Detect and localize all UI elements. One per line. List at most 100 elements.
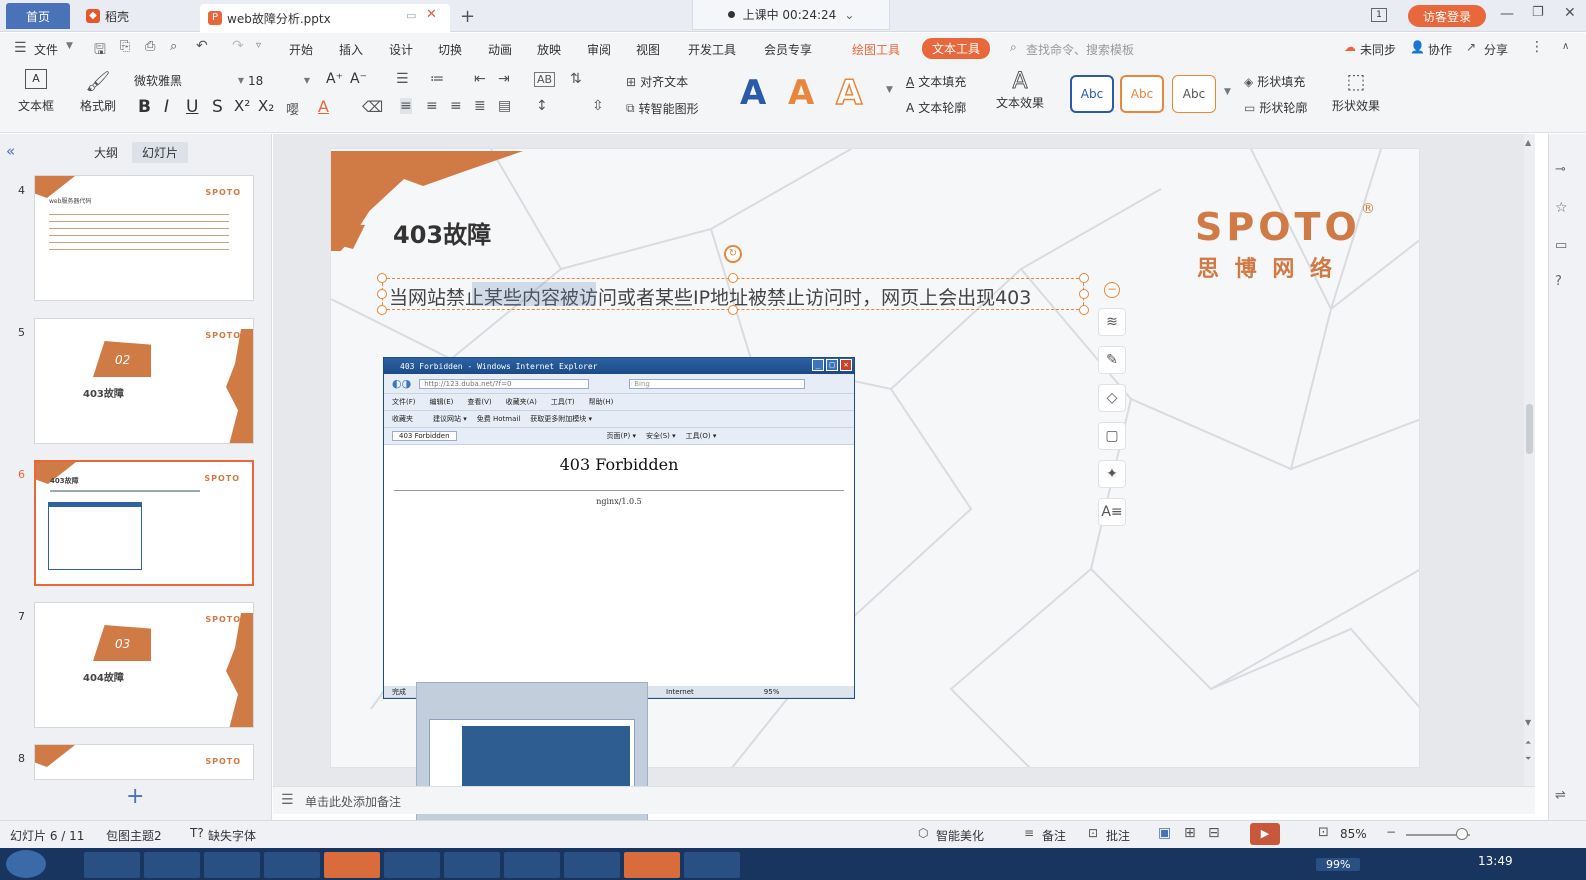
more-icon[interactable]: ⋮ [1530,39,1544,55]
play-slideshow-button[interactable]: ▶ [1250,823,1280,845]
collapse-ribbon-icon[interactable]: ∧ [1562,41,1569,52]
fit-window-icon[interactable]: ⊡ [1318,825,1329,840]
resize-handle[interactable] [377,289,387,299]
menu-view[interactable]: 视图 [636,41,660,58]
text-format-icon[interactable]: A≡ [1098,498,1126,526]
tab-monitor-icon[interactable]: ▭ [406,9,416,22]
font-color-icon[interactable]: A [318,97,329,116]
bold-button[interactable]: B [138,97,151,117]
tab-docer[interactable]: ◆ 稻壳 [78,4,198,28]
taskbar-app-8[interactable] [504,852,560,878]
class-timer[interactable]: 上课中 00:24:24 ⌄ [692,0,890,30]
normal-view-icon[interactable]: ▣ [1158,825,1171,841]
print-icon[interactable]: ⎙ [145,39,155,54]
taskbar-app-2[interactable] [144,852,200,878]
italic-button[interactable]: I [164,97,169,117]
taskbar-wps-2[interactable] [624,852,680,878]
menu-review[interactable]: 审阅 [587,41,611,58]
clock[interactable]: 13:49 [1478,854,1513,868]
taskbar-app-1[interactable] [84,852,140,878]
zoom-level[interactable]: 85% [1340,827,1367,841]
shape-style-2[interactable]: Abc [1120,75,1164,113]
shape-effect-button[interactable]: ⬚ 形状效果 [1326,69,1386,114]
fill-icon[interactable]: ◇ [1098,384,1126,412]
subscript-button[interactable]: X₂ [258,97,274,115]
command-search[interactable]: 查找命令、搜索模板 [1026,41,1134,58]
reading-view-icon[interactable]: ⊟ [1208,825,1220,841]
rotate-handle-icon[interactable]: ↻ [724,245,742,263]
menu-design[interactable]: 设计 [389,41,413,58]
theme-name[interactable]: 包图主题2 [106,827,162,844]
undo-icon[interactable]: ↶ [196,38,208,54]
font-size-select[interactable]: 18 ▼ [248,71,310,91]
page-up-icon[interactable]: ⏶ [1525,738,1531,748]
line-spacing-icon[interactable]: ↕ [536,98,548,114]
collab-button[interactable]: 协作 [1428,41,1452,58]
menu-vip[interactable]: 会员专享 [764,41,812,58]
slide-thumbnail-4[interactable]: SPOTO web服务器代码 [34,175,254,301]
menu-animation[interactable]: 动画 [488,41,512,58]
ie-screenshot-image[interactable]: 403 Forbidden - Windows Internet Explore… [383,357,855,699]
more-shape-styles-icon[interactable]: ▼ [1224,87,1231,97]
taskbar-app-11[interactable] [684,852,740,878]
comment-button[interactable]: 批注 [1106,827,1130,844]
star-icon[interactable]: ☆ [1555,200,1568,216]
window-icon[interactable]: ▭ [1555,238,1567,253]
page-down-icon[interactable]: ⏷ [1525,754,1531,764]
animation-icon[interactable]: ✦ [1098,460,1126,488]
preview-icon[interactable]: ⌕ [170,39,177,54]
align-center-icon[interactable]: ≡ [426,98,438,114]
close-window-icon[interactable]: ✕ [1564,5,1576,21]
smartart-button[interactable]: ⧉ 转智能图形 [626,100,699,117]
underline-button[interactable]: U [186,97,198,117]
taskbar-preview-popup[interactable] [416,682,648,842]
scroll-up-icon[interactable]: ▲ [1525,138,1531,147]
resize-handle[interactable] [1079,289,1089,299]
pane-collapse-icon[interactable]: ⊸ [1555,162,1566,177]
resize-handle[interactable] [377,273,387,283]
taskbar-app-6[interactable] [384,852,440,878]
shape-fill-button[interactable]: ◈ 形状填充 [1244,73,1305,90]
menu-file[interactable]: 文件 [34,41,58,58]
phonetic-icon[interactable]: 嘤 [286,99,299,118]
scrollbar-thumb[interactable] [1526,404,1533,454]
collapse-panel-icon[interactable]: « [6,142,15,160]
resize-handle[interactable] [728,273,738,283]
window-count-badge[interactable]: 1 [1371,8,1387,22]
taskbar-app-7[interactable] [444,852,500,878]
start-button[interactable] [6,850,46,878]
tray-zoom[interactable]: 99% [1316,858,1361,871]
resize-handle[interactable] [377,305,387,315]
taskbar-app-4[interactable] [264,852,320,878]
taskbar-app-9[interactable] [564,852,620,878]
restore-icon[interactable]: ❐ [1532,5,1544,20]
grid-view-icon[interactable]: ⊞ [1184,825,1196,841]
slides-tab[interactable]: 幻灯片 [132,142,189,163]
frame-icon[interactable]: ▢ [1098,422,1126,450]
menu-developer[interactable]: 开发工具 [688,41,736,58]
close-tab-icon[interactable]: ✕ [426,7,437,22]
menu-insert[interactable]: 插入 [339,41,363,58]
layers-icon[interactable]: ≋ [1098,308,1126,336]
sort-icon[interactable]: ⇅ [570,71,582,87]
menu-drawing-tools[interactable]: 绘图工具 [852,41,900,58]
text-direction-icon[interactable]: AB [534,72,556,87]
slide-thumbnail-6[interactable]: 403故障 SPOTO [34,460,254,586]
more-styles-icon[interactable]: ▼ [886,85,893,95]
distribute-icon[interactable]: ▤ [498,98,511,114]
slide-thumbnail-8[interactable]: SPOTO [34,744,254,780]
settings-icon[interactable]: ⇌ [1555,788,1566,803]
notes-placeholder[interactable]: 单击此处添加备注 [305,793,401,810]
bullet-list-icon[interactable]: ☰ [396,71,409,87]
paragraph-spacing-icon[interactable]: ⇳ [592,98,604,114]
clear-format-icon[interactable]: ⌫ [362,98,383,116]
outline-tab[interactable]: 大纲 [94,144,118,161]
shape-outline-button[interactable]: ▭ 形状轮廓 [1244,99,1307,116]
unsynced-button[interactable]: 未同步 [1360,41,1396,58]
tab-home[interactable]: 首页 [6,3,70,29]
align-right-icon[interactable]: ≡ [450,98,462,114]
minimize-icon[interactable]: — [1500,6,1514,22]
text-style-blue[interactable]: A [740,73,766,113]
menu-text-tools[interactable]: 文本工具 [922,38,991,59]
visitor-login-button[interactable]: 访客登录 [1408,5,1486,27]
